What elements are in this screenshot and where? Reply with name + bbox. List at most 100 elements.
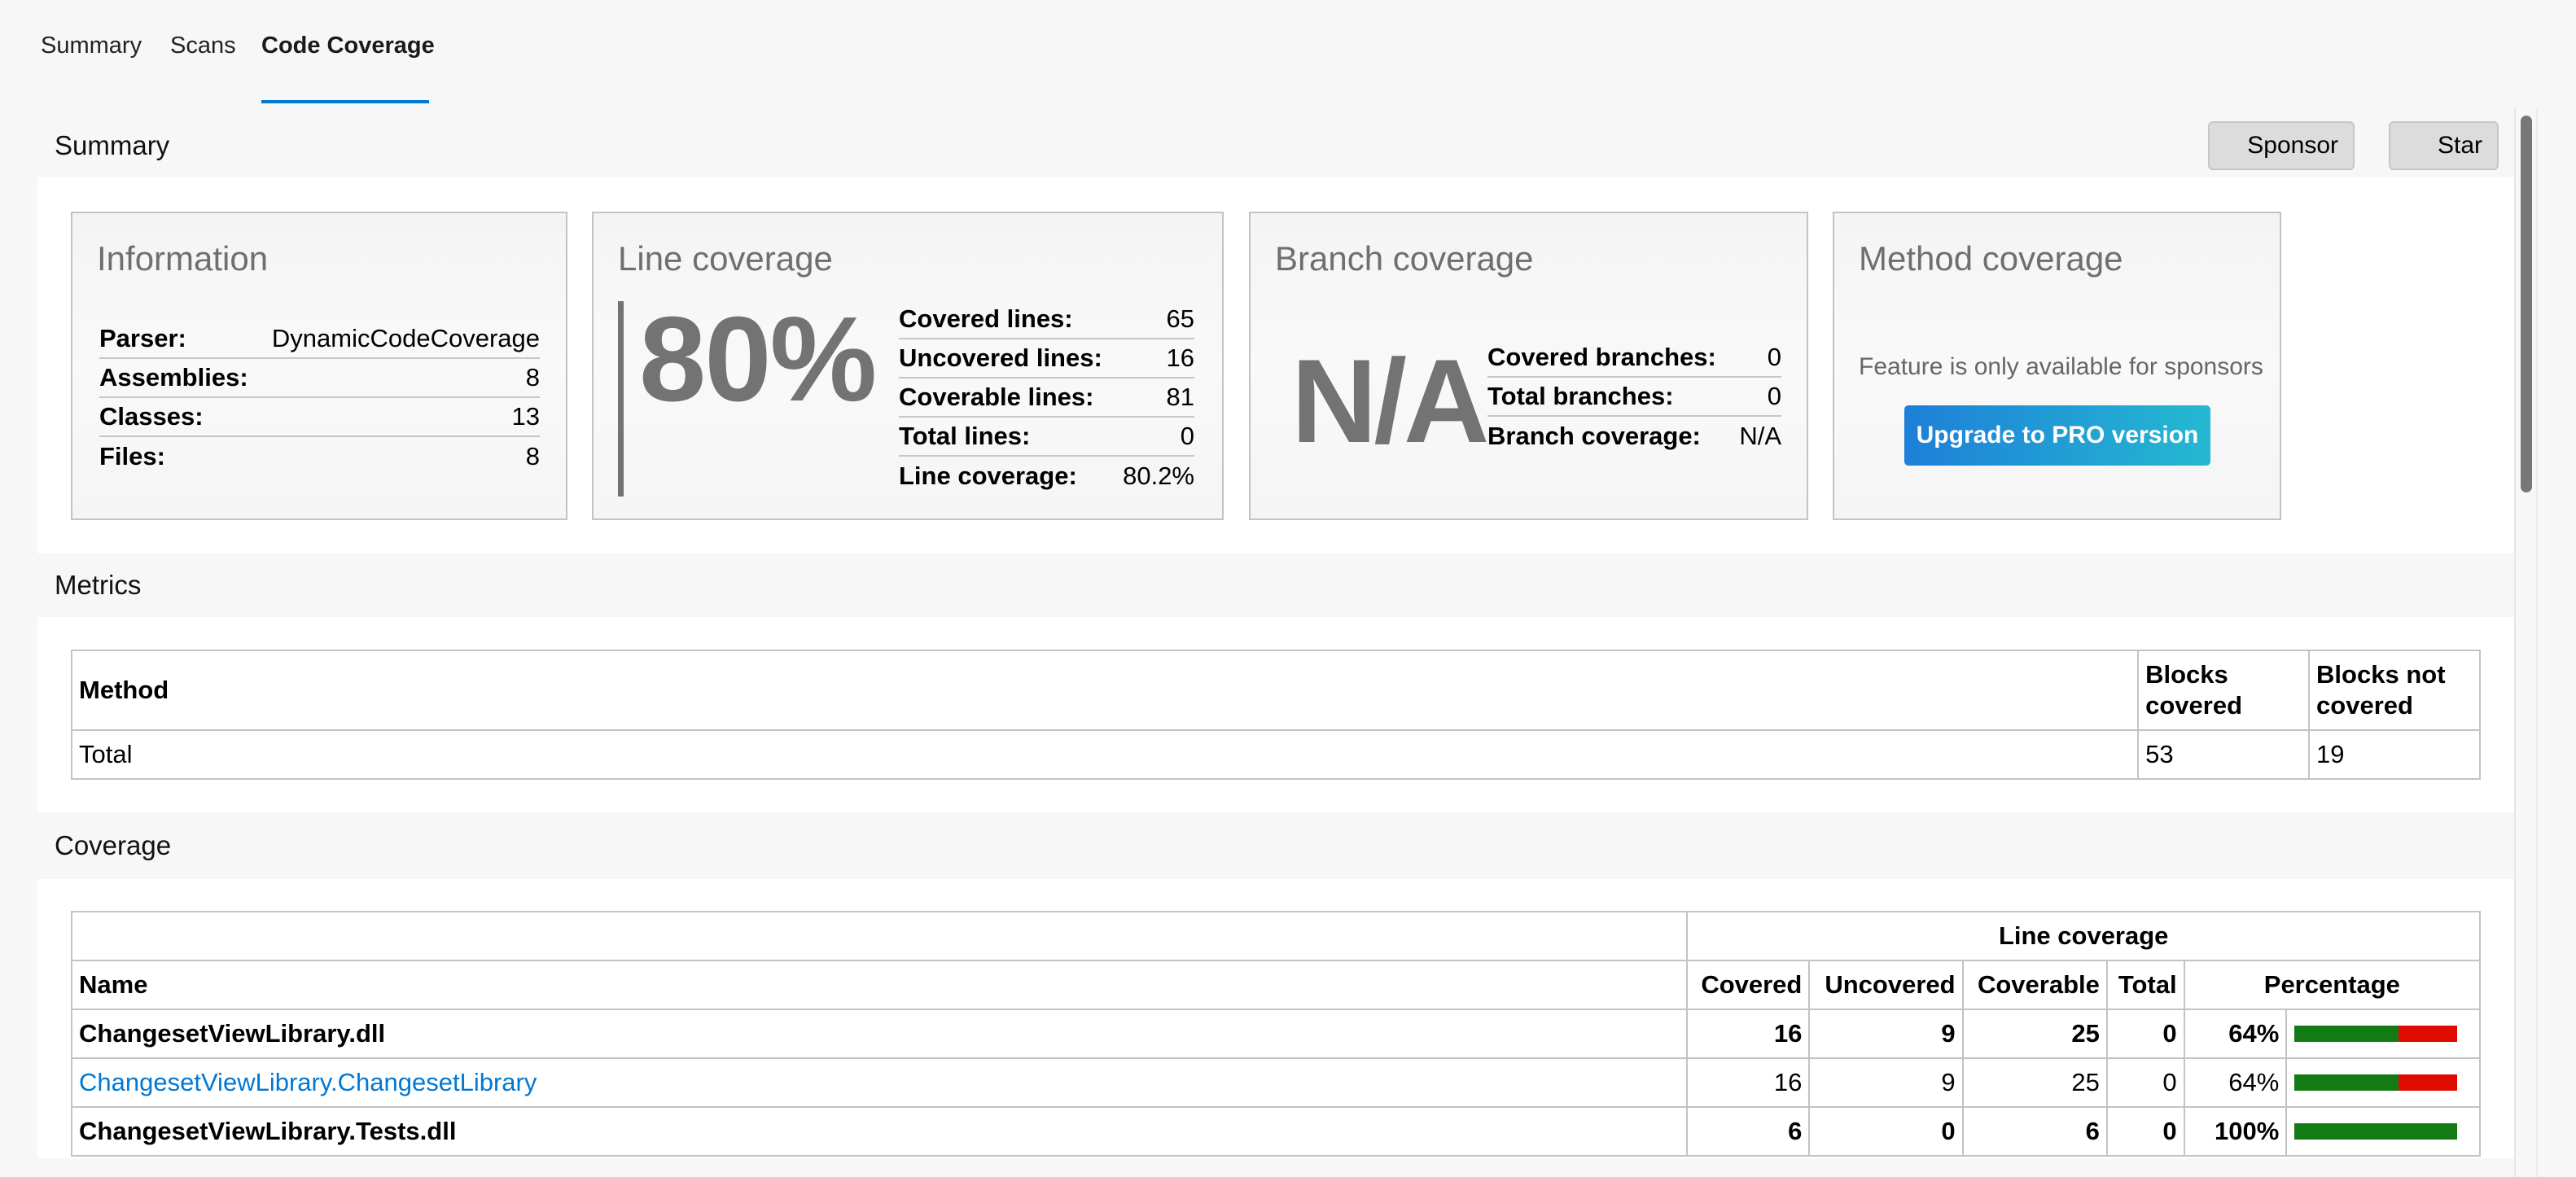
coverage-uncovered: 9 [1808,1057,1964,1108]
line-label: Line coverage: [899,461,1077,490]
report-content: Summary Sponsor Star Information Parser:… [37,114,2514,1158]
branch-row: Total branches: 0 [1487,377,1781,417]
tab-summary[interactable]: Summary [41,33,142,59]
metrics-header-blocks-covered[interactable]: Blocks covered [2137,650,2311,731]
coverage-total: 0 [2105,1009,2185,1059]
info-value: 13 [267,397,540,437]
coverage-header-coverable[interactable]: Coverable [1961,960,2108,1010]
coverage-bar [2294,1074,2458,1091]
info-row: Classes: 13 [99,397,540,437]
coverage-total: 0 [2105,1106,2185,1157]
line-value: 65 [1121,300,1194,339]
line-value: 16 [1121,339,1194,378]
coverage-section-header: Coverage [37,812,2514,879]
coverage-bar-cell [2285,1057,2481,1108]
info-label: Classes: [99,397,268,437]
upgrade-to-pro-button[interactable]: Upgrade to PRO version [1904,405,2210,466]
line-row: Line coverage: 80.2% [899,456,1194,495]
branch-coverage-table: Covered branches: 0 Total branches: 0 Bran… [1487,338,1781,455]
coverage-percentage: 100% [2183,1106,2288,1157]
tab-scans[interactable]: Scans [170,33,236,59]
coverage-header-total[interactable]: Total [2105,960,2185,1010]
coverage-covered: 16 [1686,1057,1811,1108]
line-row: Uncovered lines: 16 [899,339,1194,378]
metrics-row: Total 53 19 [70,729,2481,780]
star-button[interactable]: Star [2389,121,2499,170]
branch-coverage-big-value: N/A [1291,335,1489,467]
coverage-rows: ChangesetViewLibrary.dll 16 9 25 0 64% Changes… [70,1009,2481,1157]
info-label: Parser: [99,319,268,359]
information-table: Parser: DynamicCodeCoverage Assemblies: 8 … [99,319,540,475]
coverage-uncovered: 9 [1808,1009,1964,1059]
scrollbar-thumb[interactable] [2521,116,2532,492]
sponsor-only-note: Feature is only available for sponsors [1859,353,2263,380]
coverage-bar-cell [2285,1009,2481,1059]
class-row: ChangesetViewLibrary.ChangesetLibrary 16 9… [70,1057,2481,1108]
branch-value: 0 [1738,338,1781,378]
coverage-bar-cell [2285,1106,2481,1157]
coverage-name: ChangesetViewLibrary.ChangesetLibrary [70,1057,1689,1108]
info-row: Parser: DynamicCodeCoverage [99,319,540,359]
coverage-name[interactable]: ChangesetViewLibrary.dll [70,1009,1689,1059]
coverage-bar-covered [2294,1123,2458,1140]
line-coverage-accent-bar [618,301,624,497]
coverage-group-spacer [70,911,1689,961]
class-link[interactable]: ChangesetViewLibrary.ChangesetLibrary [79,1068,537,1096]
coverage-covered: 16 [1686,1009,1811,1059]
method-coverage-card-title: Method coverage [1859,239,2123,278]
info-value: 8 [267,358,540,398]
line-coverage-card-title: Line coverage [618,239,833,278]
branch-label: Covered branches: [1487,338,1739,378]
active-tab-indicator [261,100,429,103]
assembly-row: ChangesetViewLibrary.Tests.dll 6 0 6 0 100% [70,1106,2481,1157]
metrics-table: Method Blocks covered Blocks not covered… [70,650,2481,780]
coverage-header-uncovered[interactable]: Uncovered [1808,960,1964,1010]
metrics-section-header: Metrics [37,553,2514,617]
branch-coverage-card-title: Branch coverage [1275,239,1534,278]
sponsor-button[interactable]: Sponsor [2208,121,2355,170]
coverage-header-covered[interactable]: Covered [1686,960,1811,1010]
coverage-percentage: 64% [2183,1009,2288,1059]
metrics-header-method[interactable]: Method [70,650,2140,731]
coverage-bar [2294,1026,2458,1042]
line-value: 0 [1121,417,1194,457]
coverage-header-row: Name Covered Uncovered Coverable Total P… [70,960,2482,1010]
metrics-blocks-not-covered: 19 [2308,729,2481,780]
coverage-covered: 6 [1686,1106,1811,1157]
summary-section-title: Summary [55,130,170,160]
coverage-total: 0 [2105,1057,2185,1108]
line-label: Total lines: [899,417,1122,457]
coverage-coverable: 25 [1961,1009,2108,1059]
info-row: Files: 8 [99,436,540,475]
line-label: Coverable lines: [899,378,1122,418]
branch-row: Covered branches: 0 [1487,338,1781,378]
line-coverage-card: Line coverage 80% Covered lines: 65 Uncov… [592,212,1224,520]
tab-code-coverage[interactable]: Code Coverage [261,33,435,59]
info-value: DynamicCodeCoverage [267,319,540,359]
vertical-scrollbar[interactable] [2514,107,2538,1177]
assembly-row: ChangesetViewLibrary.dll 16 9 25 0 64% [70,1009,2481,1059]
coverage-name[interactable]: ChangesetViewLibrary.Tests.dll [70,1106,1689,1157]
metrics-header-blocks-not-covered[interactable]: Blocks not covered [2308,650,2481,731]
branch-label: Branch coverage: [1487,421,1701,450]
coverage-group-header-line-coverage: Line coverage [1686,911,2481,961]
coverage-group-header-row: Line coverage [70,911,2481,961]
branch-row: Branch coverage: N/A [1487,416,1781,455]
metrics-panel: Method Blocks covered Blocks not covered… [37,617,2514,812]
coverage-coverable: 25 [1961,1057,2108,1108]
metrics-method: Total [70,729,2140,780]
coverage-table: Line coverage Name Covered Uncovered Cov… [70,911,2482,1157]
coverage-coverable: 6 [1961,1106,2108,1157]
summary-section-header: Summary Sponsor Star [37,114,2514,177]
coverage-panel: Line coverage Name Covered Uncovered Cov… [37,879,2514,1158]
method-coverage-card: Method coverage Feature is only availabl… [1833,212,2281,520]
coverage-header-name[interactable]: Name [70,960,1689,1010]
information-card-title: Information [97,239,269,278]
branch-value: N/A [1739,421,1781,450]
info-label: Assemblies: [99,358,268,398]
coverage-header-percentage[interactable]: Percentage [2183,960,2482,1010]
coverage-uncovered: 0 [1808,1106,1964,1157]
coverage-bar [2294,1123,2458,1140]
branch-label: Total branches: [1487,377,1739,417]
summary-panel: Information Parser: DynamicCodeCoverage A… [37,177,2514,553]
